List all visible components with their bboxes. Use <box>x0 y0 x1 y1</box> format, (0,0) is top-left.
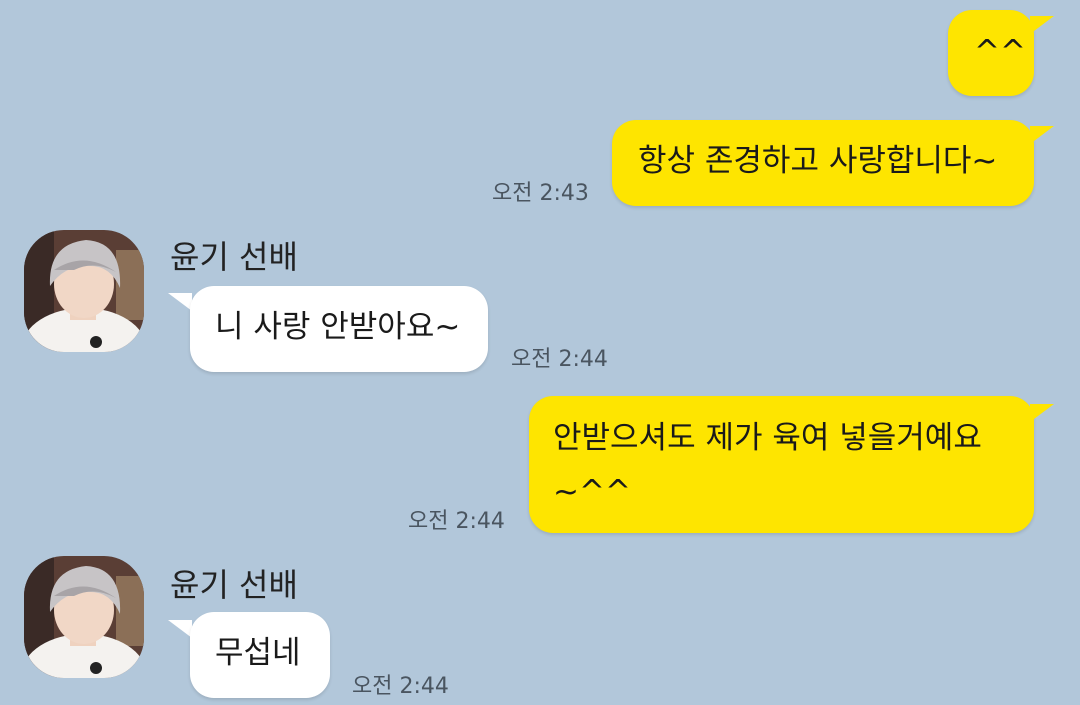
bubble-tail <box>1030 126 1054 144</box>
bubble-tail <box>1030 16 1054 34</box>
message-text-line: ~^^ <box>553 474 631 510</box>
profile-photo-icon <box>24 556 144 678</box>
my-message-bubble[interactable]: ^^ <box>948 10 1034 96</box>
bubble-tail <box>168 293 192 311</box>
message-text: ^^ <box>974 34 1026 70</box>
my-message-bubble[interactable]: 항상 존경하고 사랑합니다~ <box>612 120 1034 206</box>
message-text: 항상 존경하고 사랑합니다~ <box>638 143 998 179</box>
sender-name: 윤기 선배 <box>170 238 298 276</box>
chat-room[interactable]: ^^ 오전 2:43 항상 존경하고 사랑합니다~ 윤기 선배 니 사랑 안받아… <box>0 0 1080 705</box>
sender-name: 윤기 선배 <box>170 566 298 604</box>
avatar[interactable] <box>24 230 144 352</box>
message-timestamp: 오전 2:44 <box>511 347 608 372</box>
their-message-bubble[interactable]: 무섭네 <box>190 612 330 698</box>
message-timestamp: 오전 2:44 <box>352 674 449 699</box>
message-text: 니 사랑 안받아요~ <box>215 309 461 345</box>
message-timestamp: 오전 2:43 <box>492 181 589 206</box>
my-message-bubble[interactable]: 안받으셔도 제가 육여 넣을거예요 ~^^ <box>529 396 1034 533</box>
profile-photo-icon <box>24 230 144 352</box>
their-message-bubble[interactable]: 니 사랑 안받아요~ <box>190 286 488 372</box>
message-text: 무섭네 <box>215 635 301 671</box>
bubble-tail <box>168 620 192 638</box>
avatar[interactable] <box>24 556 144 678</box>
message-timestamp: 오전 2:44 <box>408 509 505 534</box>
message-text-line: 안받으셔도 제가 육여 넣을거예요 <box>553 420 982 456</box>
bubble-tail <box>1030 404 1054 422</box>
